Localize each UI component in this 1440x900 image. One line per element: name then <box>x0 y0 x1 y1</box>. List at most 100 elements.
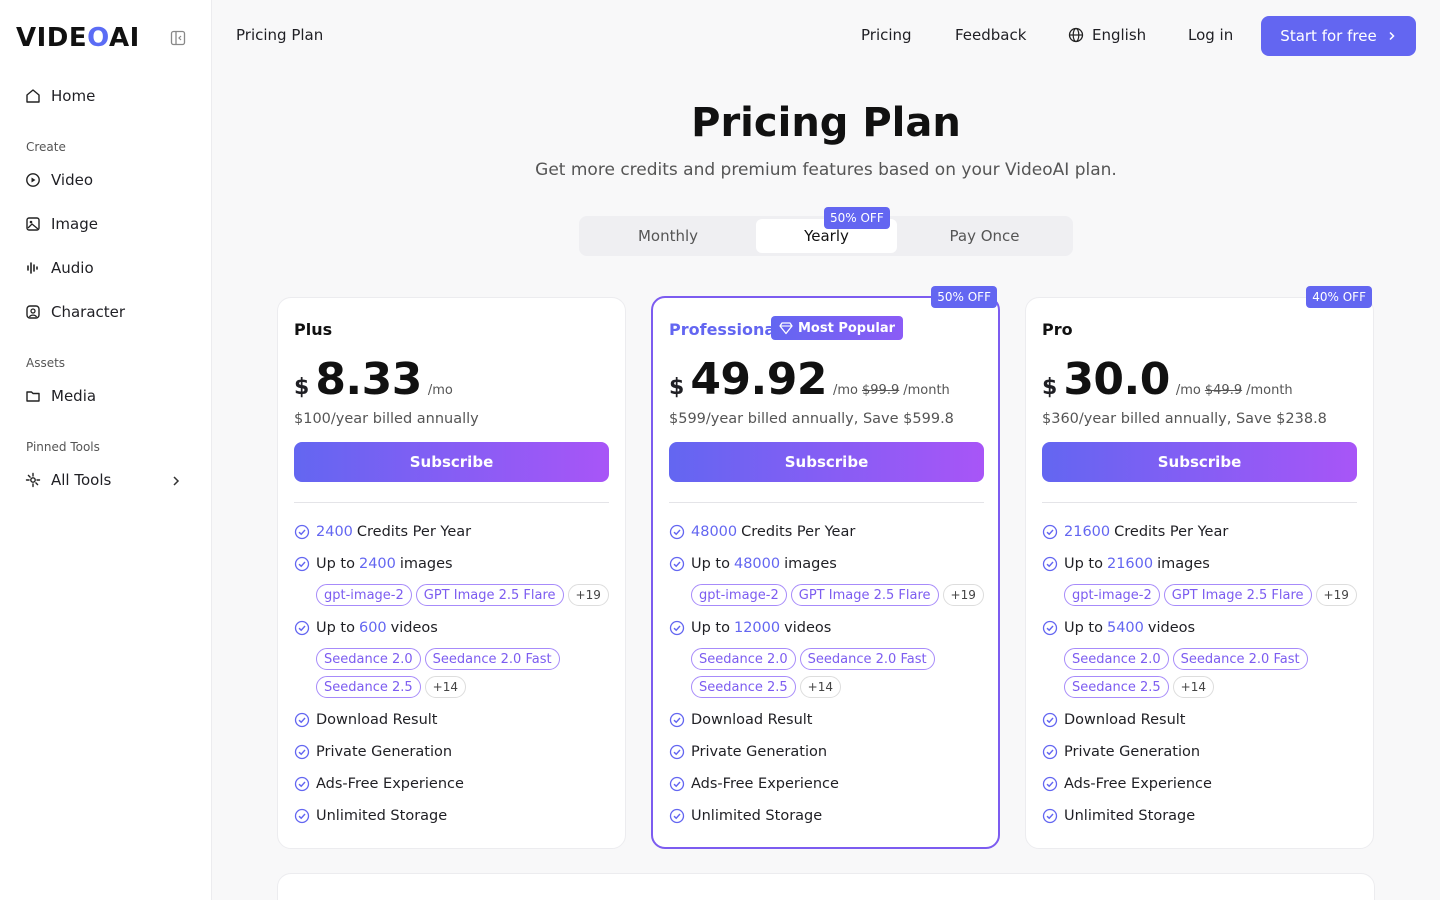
nav-feedback-link[interactable]: Feedback <box>955 26 1026 44</box>
check-icon <box>1042 776 1058 792</box>
feature-label: Unlimited Storage <box>691 808 823 824</box>
model-tag[interactable]: Seedance 2.0 <box>316 648 421 670</box>
check-icon <box>294 776 310 792</box>
page-title: Pricing Plan <box>236 26 324 44</box>
feature-extra: Private Generation <box>294 744 452 760</box>
model-tag[interactable]: Seedance 2.5 <box>1064 676 1169 698</box>
feature-label: Download Result <box>316 712 438 728</box>
video-model-tags-row2: Seedance 2.5 +14 <box>1064 676 1214 698</box>
check-icon <box>1042 712 1058 728</box>
images-label: images <box>1157 556 1210 572</box>
check-icon <box>294 556 310 572</box>
most-popular-badge: Most Popular <box>771 316 904 340</box>
more-models-tag[interactable]: +14 <box>1172 676 1214 698</box>
model-tag[interactable]: gpt-image-2 <box>316 584 412 606</box>
feature-label: Ads-Free Experience <box>691 776 839 792</box>
more-models-tag[interactable]: +14 <box>799 676 841 698</box>
yearly-discount-badge: 50% OFF <box>824 207 890 229</box>
videos-value: 600 <box>358 620 387 636</box>
pricing-subtitle: Get more credits and premium features ba… <box>535 160 1117 180</box>
check-icon <box>1042 524 1058 540</box>
model-tag[interactable]: GPT Image 2.5 Flare <box>1163 584 1312 606</box>
discount-badge: 40% OFF <box>1306 286 1372 308</box>
credits-value: 21600 <box>1064 524 1111 540</box>
sidebar-item-home[interactable]: Home <box>24 82 188 110</box>
model-tag[interactable]: Seedance 2.0 <box>1064 648 1169 670</box>
images-value: 21600 <box>1106 556 1154 572</box>
video-model-tags-row2: Seedance 2.5 +14 <box>316 676 466 698</box>
login-link[interactable]: Log in <box>1188 26 1233 44</box>
model-tag[interactable]: Seedance 2.0 Fast <box>424 648 560 670</box>
model-tag[interactable]: Seedance 2.0 Fast <box>799 648 935 670</box>
tab-pay-once[interactable]: Pay Once <box>899 219 1070 253</box>
character-icon <box>24 303 42 321</box>
price-row: $ 30.0 /mo $49.9/month <box>1042 354 1293 405</box>
videos-prefix: Up to <box>1064 620 1103 636</box>
original-price: $49.9 <box>1204 383 1243 398</box>
model-tag[interactable]: Seedance 2.5 <box>691 676 796 698</box>
model-tag[interactable]: GPT Image 2.5 Flare <box>415 584 564 606</box>
images-prefix: Up to <box>316 556 355 572</box>
model-tag[interactable]: Seedance 2.5 <box>316 676 421 698</box>
check-icon <box>294 712 310 728</box>
check-icon <box>1042 620 1058 636</box>
sidebar-item-label: All Tools <box>51 471 112 489</box>
check-icon <box>669 524 685 540</box>
language-selector[interactable]: English <box>1068 26 1146 44</box>
model-tag[interactable]: Seedance 2.0 Fast <box>1172 648 1308 670</box>
model-tag[interactable]: Seedance 2.0 <box>691 648 796 670</box>
sidebar-item-audio[interactable]: Audio <box>24 254 188 282</box>
video-model-tags: Seedance 2.0 Seedance 2.0 Fast <box>691 648 935 670</box>
sidebar-item-label: Media <box>51 387 97 405</box>
audio-icon <box>24 259 42 277</box>
check-icon <box>669 712 685 728</box>
image-icon <box>24 215 42 233</box>
sidebar-item-image[interactable]: Image <box>24 210 188 238</box>
section-create-label: Create <box>26 140 66 154</box>
billing-note: $100/year billed annually <box>294 411 479 427</box>
more-models-tag[interactable]: +14 <box>424 676 466 698</box>
feature-extra: Download Result <box>669 712 813 728</box>
badge-label: Most Popular <box>798 320 896 336</box>
sidebar-item-all-tools[interactable]: All Tools <box>24 466 188 494</box>
credits-label: Credits Per Year <box>1114 524 1229 540</box>
images-label: images <box>399 556 453 572</box>
plan-card-professional: 50% OFF Professional Most Popular $ 49.92 … <box>651 286 1000 849</box>
model-tag[interactable]: gpt-image-2 <box>691 584 787 606</box>
feature-videos: Up to 12000 videos <box>669 620 831 636</box>
sidebar-item-label: Character <box>51 303 126 321</box>
tab-monthly[interactable]: Monthly <box>582 219 754 253</box>
price-amount: 49.92 <box>690 354 827 405</box>
logo[interactable]: VIDEOAI <box>16 24 140 52</box>
model-tag[interactable]: gpt-image-2 <box>1064 584 1160 606</box>
more-models-tag[interactable]: +19 <box>942 584 984 606</box>
original-price-period: /month <box>1246 383 1293 398</box>
start-button-label: Start for free <box>1280 27 1377 45</box>
model-tag[interactable]: GPT Image 2.5 Flare <box>790 584 939 606</box>
subscribe-button[interactable]: Subscribe <box>1042 442 1357 482</box>
original-price: $99.9 <box>862 383 900 398</box>
start-for-free-button[interactable]: Start for free <box>1261 16 1416 56</box>
feature-images: Up to 48000 images <box>669 556 837 572</box>
nav-pricing-link[interactable]: Pricing <box>861 26 912 44</box>
sidebar-item-character[interactable]: Character <box>24 298 188 326</box>
plan-card-plus: Plus $ 8.33 /mo $100/year billed annually… <box>277 297 626 849</box>
images-value: 2400 <box>358 556 396 572</box>
subscribe-button[interactable]: Subscribe <box>294 442 609 482</box>
more-models-tag[interactable]: +19 <box>1315 584 1357 606</box>
sidebar-item-video[interactable]: Video <box>24 166 188 194</box>
sidebar-item-media[interactable]: Media <box>24 382 188 410</box>
feature-label: Download Result <box>1064 712 1186 728</box>
check-icon <box>1042 808 1058 824</box>
logo-text-a: VIDE <box>16 23 88 53</box>
comparison-card <box>277 873 1375 900</box>
diamond-icon <box>779 322 793 335</box>
subscribe-button[interactable]: Subscribe <box>669 442 984 482</box>
folder-icon <box>24 387 42 405</box>
feature-label: Ads-Free Experience <box>1064 776 1212 792</box>
sidebar-collapse-icon[interactable] <box>170 30 186 46</box>
more-models-tag[interactable]: +19 <box>567 584 609 606</box>
price-row: $ 49.92 /mo $99.9/month <box>669 354 950 405</box>
language-label: English <box>1092 26 1147 44</box>
feature-label: Private Generation <box>691 744 828 760</box>
